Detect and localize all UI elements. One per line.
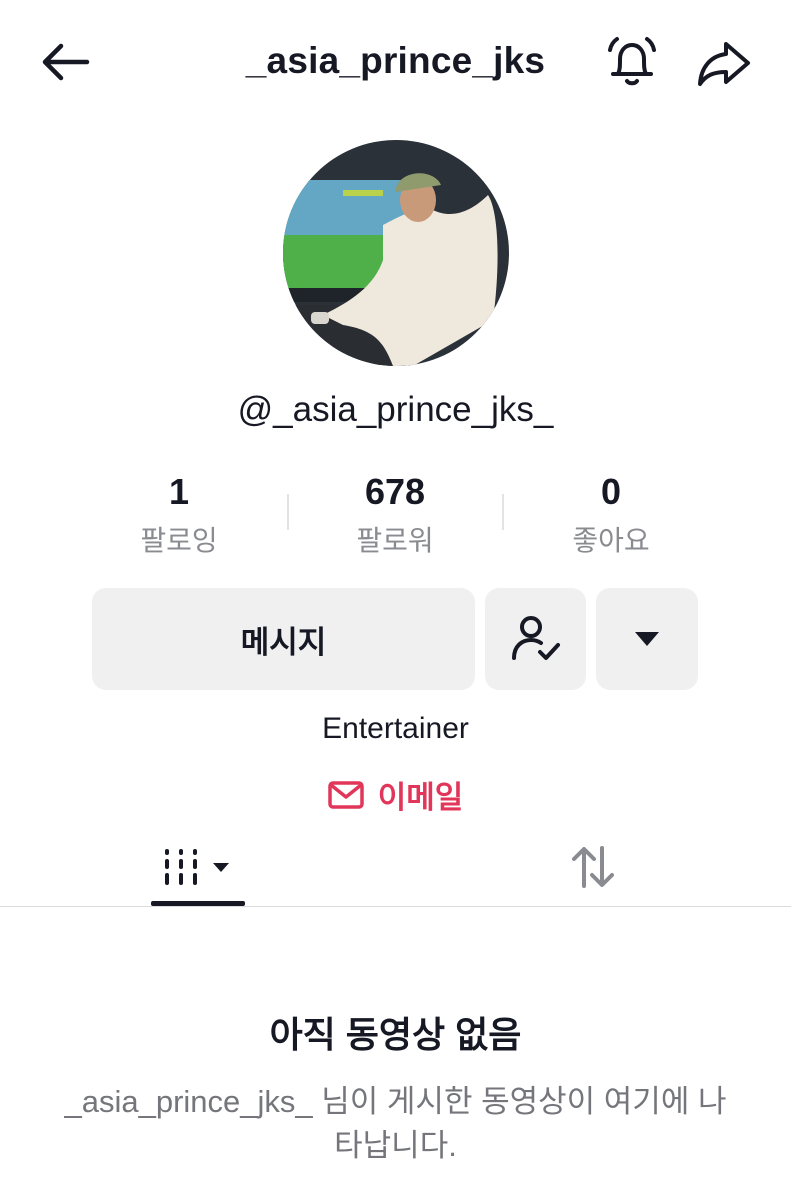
email-link[interactable]: 이메일 xyxy=(0,772,791,817)
top-bar: _asia_prince_jks xyxy=(0,0,791,124)
stat-divider xyxy=(502,494,504,530)
page-title: _asia_prince_jks xyxy=(245,40,546,81)
likes-label: 좋아요 xyxy=(572,525,650,556)
stat-likes[interactable]: 0 좋아요 xyxy=(511,470,711,558)
following-label: 팔로잉 xyxy=(140,525,218,556)
user-check-icon xyxy=(511,616,560,660)
share-arrow-icon xyxy=(698,42,750,86)
envelope-icon xyxy=(327,780,364,809)
followers-count: 678 xyxy=(364,471,426,512)
likes-count: 0 xyxy=(600,471,622,512)
profile-photo xyxy=(283,140,509,366)
following-status-button[interactable] xyxy=(485,588,586,690)
tab-videos[interactable] xyxy=(150,828,246,906)
caret-down-icon xyxy=(635,632,659,646)
tab-reposts[interactable] xyxy=(545,828,641,906)
bell-icon xyxy=(608,37,656,86)
more-dropdown-button[interactable] xyxy=(596,588,698,690)
bio-text: Entertainer xyxy=(322,712,469,745)
empty-state-description: _asia_prince_jks_ 님이 게시한 동영상이 여기에 나타납니다. xyxy=(64,1084,727,1163)
profile-page: _asia_prince_jks @_asia_prince_jks_ 1 팔로… xyxy=(0,0,791,1200)
tab-divider xyxy=(0,906,791,907)
email-label: 이메일 xyxy=(377,780,464,815)
grid-columns-icon xyxy=(165,849,229,885)
avatar[interactable] xyxy=(283,140,509,366)
following-count: 1 xyxy=(168,471,190,512)
repost-icon xyxy=(572,846,614,888)
message-button[interactable]: 메시지 xyxy=(92,588,475,690)
stat-followers[interactable]: 678 팔로워 xyxy=(295,470,495,558)
empty-state-title: 아직 동영상 없음 xyxy=(269,1014,522,1055)
followers-label: 팔로워 xyxy=(356,525,434,556)
username-handle: @_asia_prince_jks_ xyxy=(237,390,554,429)
stat-divider xyxy=(287,494,289,530)
stat-following[interactable]: 1 팔로잉 xyxy=(79,470,279,558)
notification-button[interactable] xyxy=(600,30,664,94)
share-button[interactable] xyxy=(692,34,756,92)
